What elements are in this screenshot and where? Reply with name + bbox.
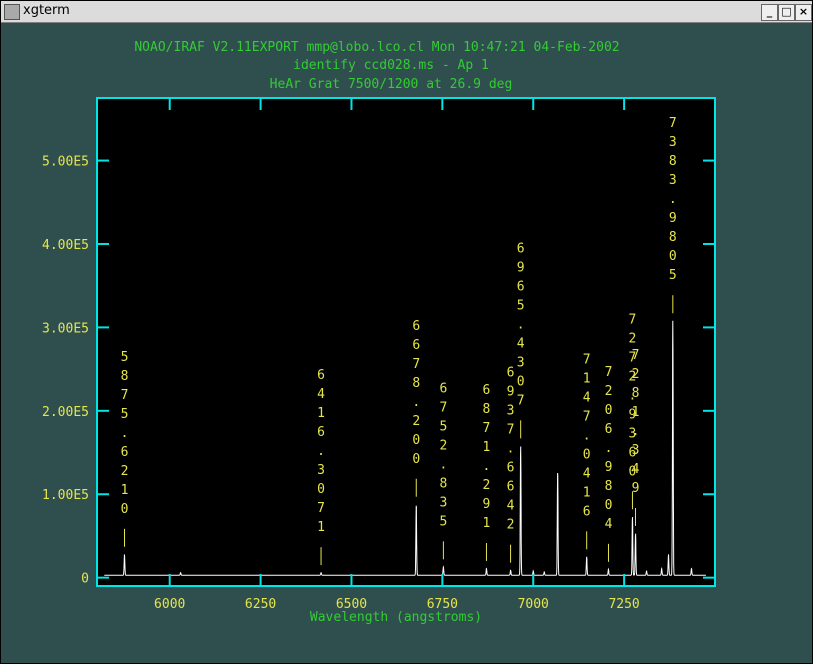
y-tick-label: 5.00E5 <box>42 155 89 170</box>
minimize-button[interactable]: _ <box>761 4 778 21</box>
window-title: xgterm <box>23 3 70 18</box>
x-tick-label: 6250 <box>245 597 276 612</box>
x-tick-label: 6000 <box>154 597 185 612</box>
maximize-button[interactable]: □ <box>778 4 795 21</box>
line-id-label: 5875.6210 <box>121 350 129 517</box>
line-id-label: 6416.3071 <box>317 368 325 535</box>
y-tick-label: 1.00E5 <box>42 488 89 503</box>
line-id-label: 7147.0416 <box>583 352 591 519</box>
close-button[interactable]: × <box>795 4 812 21</box>
chart-title: NOAO/IRAF V2.11EXPORT mmp@lobo.lco.cl Mo… <box>134 40 619 55</box>
xgterm-window: xgterm _ □ × 6000 6250 6500 6750 7000 7250 0 1.… <box>0 0 813 664</box>
xgterm-app-icon[interactable] <box>4 4 20 20</box>
x-tick-label: 7000 <box>518 597 549 612</box>
line-id-label: 6965.4307 <box>517 241 525 408</box>
y-tick-label: 2.00E5 <box>42 405 89 420</box>
chart-subtitle-1: identify ccd028.ms - Ap 1 <box>293 58 489 73</box>
x-axis-label: Wavelength (angstroms) <box>310 610 482 625</box>
plot-area <box>97 98 715 586</box>
line-id-label: 7206.9804 <box>605 365 613 532</box>
line-id-label: 7383.9805 <box>669 116 677 283</box>
spectrum-chart: 6000 6250 6500 6750 7000 725001.00E52.00E53.0… <box>42 40 716 625</box>
y-tick-label: 0 <box>81 572 89 587</box>
y-tick-label: 4.00E5 <box>42 238 89 253</box>
line-id-label: 6937.6642 <box>507 366 515 533</box>
y-tick-label: 3.00E5 <box>42 321 89 336</box>
chart-subtitle-2: HeAr Grat 7500/1200 at 26.9 deg <box>270 77 513 92</box>
x-tick-label: 7250 <box>608 597 639 612</box>
window-titlebar[interactable]: xgterm _ □ × <box>1 1 812 23</box>
